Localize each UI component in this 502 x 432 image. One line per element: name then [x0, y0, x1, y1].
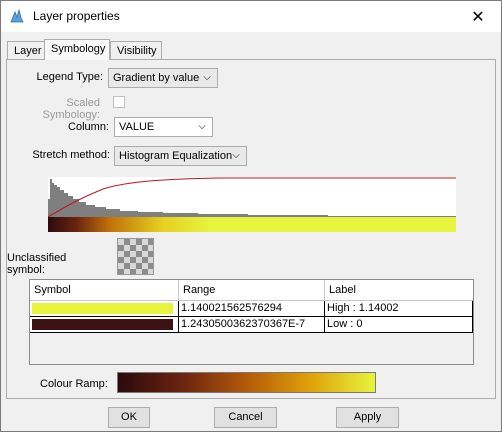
- chevron-down-icon: ⌵: [203, 72, 211, 83]
- app-icon: [10, 8, 24, 23]
- close-button[interactable]: ✕: [455, 1, 501, 32]
- tab-label: Symbology: [51, 43, 106, 55]
- unclassified-symbol-label: Unclassified symbol:: [7, 252, 67, 276]
- tab-layer[interactable]: Layer: [7, 41, 46, 59]
- range-cell: 1.140021562576294: [179, 301, 325, 316]
- stretch-method-label: Stretch method:: [32, 149, 110, 161]
- column-header-range[interactable]: Range: [179, 280, 325, 300]
- scaled-symbology-label: Scaled Symbology:: [42, 97, 100, 121]
- symbol-cell: [30, 317, 179, 332]
- legend-type-label: Legend Type:: [36, 71, 103, 83]
- close-icon: ✕: [471, 8, 485, 26]
- column-select[interactable]: VALUE ⌵: [114, 117, 213, 137]
- tab-symbology[interactable]: Symbology: [44, 39, 110, 60]
- apply-button[interactable]: Apply: [336, 407, 399, 428]
- column-label: Column:: [68, 121, 109, 133]
- symbol-swatch: [32, 319, 173, 330]
- stretch-method-value: Histogram Equalization: [119, 150, 233, 162]
- range-cell: 1.2430500362370367E-7: [179, 317, 325, 332]
- title-bar: Layer properties ✕: [1, 1, 501, 32]
- scaled-symbology-checkbox[interactable]: [113, 96, 125, 108]
- column-header-symbol[interactable]: Symbol: [30, 280, 179, 300]
- gradient-bar: [48, 217, 456, 232]
- tab-visibility[interactable]: Visibility: [110, 41, 162, 59]
- histogram-stretch-preview: [48, 177, 456, 232]
- column-value: VALUE: [119, 121, 155, 133]
- class-table: Symbol Range Label 1.140021562576294 Hig…: [29, 279, 474, 365]
- tab-label: Visibility: [117, 45, 157, 57]
- symbol-cell: [30, 301, 179, 316]
- stretch-method-select[interactable]: Histogram Equalization ⌵: [114, 146, 247, 166]
- chevron-down-icon: ⌵: [198, 121, 206, 132]
- label-cell: Low : 0: [325, 317, 473, 332]
- tab-label: Layer: [14, 45, 42, 57]
- ok-button[interactable]: OK: [108, 407, 150, 428]
- window-title: Layer properties: [33, 9, 120, 23]
- chevron-down-icon: ⌵: [232, 150, 240, 161]
- symbology-panel: Legend Type: Gradient by value ⌵ Scaled …: [6, 59, 496, 399]
- table-header: Symbol Range Label: [30, 280, 473, 301]
- unclassified-symbol-swatch[interactable]: [117, 238, 154, 275]
- label-cell: High : 1.14002: [325, 301, 473, 316]
- column-header-label[interactable]: Label: [325, 280, 473, 300]
- legend-type-value: Gradient by value: [113, 72, 200, 84]
- layer-properties-window: Layer properties ✕ Layer Symbology Visib…: [0, 0, 502, 432]
- table-row[interactable]: 1.140021562576294 High : 1.14002: [30, 301, 473, 317]
- legend-type-select[interactable]: Gradient by value ⌵: [108, 68, 218, 88]
- cancel-button[interactable]: Cancel: [214, 407, 277, 428]
- symbol-swatch: [32, 303, 173, 314]
- colour-ramp-selector[interactable]: [117, 372, 376, 393]
- table-row[interactable]: 1.2430500362370367E-7 Low : 0: [30, 317, 473, 333]
- colour-ramp-label: Colour Ramp:: [40, 378, 108, 390]
